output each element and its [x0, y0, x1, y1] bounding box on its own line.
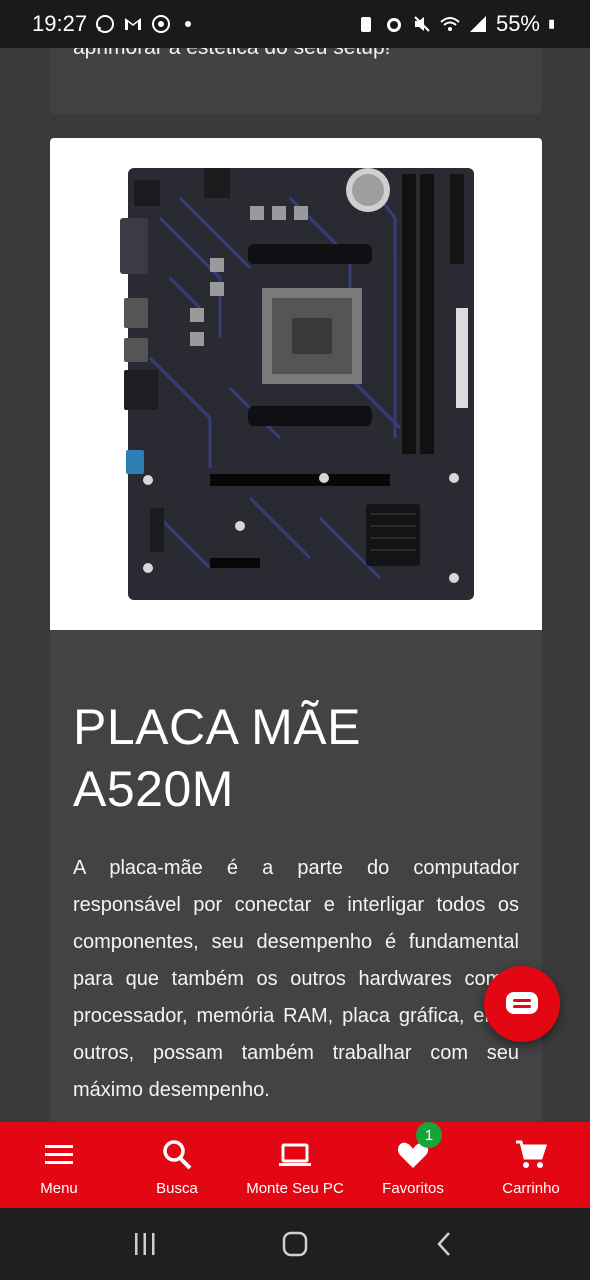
- status-bar: 19:27 55%: [0, 0, 590, 48]
- product-title: PLACA MÃE A520M: [73, 699, 361, 817]
- nav-carrinho-label: Carrinho: [502, 1180, 560, 1197]
- motherboard-image: [120, 168, 474, 600]
- menu-icon: [45, 1145, 73, 1164]
- nav-menu-label: Menu: [40, 1180, 78, 1197]
- whatsapp-icon: [96, 15, 115, 33]
- back-icon[interactable]: [430, 1229, 460, 1259]
- notification-dot: [185, 21, 192, 27]
- nav-favoritos[interactable]: 1 Favoritos: [354, 1122, 472, 1208]
- search-icon: [163, 1140, 192, 1170]
- battery-saver-icon: [360, 17, 371, 32]
- nav-busca[interactable]: Busca: [118, 1122, 236, 1208]
- product-description: A placa-mãe é a parte do computador resp…: [73, 857, 519, 1101]
- product-card: PLACA MÃE A520M A placa-mãe é a parte do…: [50, 138, 542, 1122]
- home-icon[interactable]: [280, 1229, 310, 1259]
- cart-icon: [516, 1140, 548, 1168]
- nav-monte-seu-pc[interactable]: Monte Seu PC: [236, 1122, 354, 1208]
- nav-busca-label: Busca: [156, 1180, 198, 1197]
- gmail-icon: [125, 18, 142, 30]
- battery-icon: [549, 19, 554, 29]
- laptop-icon: [279, 1143, 311, 1166]
- nav-monte-seu-pc-label: Monte Seu PC: [246, 1180, 344, 1197]
- recents-icon[interactable]: [130, 1229, 160, 1259]
- bottom-nav: Menu Busca Monte Seu PC 1 Favoritos Carr…: [0, 1122, 590, 1208]
- chat-button[interactable]: [484, 966, 560, 1042]
- nav-favoritos-label: Favoritos: [382, 1180, 444, 1197]
- wifi-icon: [440, 17, 460, 31]
- battery-percent: 55%: [495, 11, 540, 36]
- previous-card-text: aprimorar a estética do seu setup!: [73, 48, 391, 60]
- signal-icon: [469, 16, 486, 32]
- nav-menu[interactable]: Menu: [0, 1122, 118, 1208]
- favoritos-badge: 1: [416, 1122, 442, 1148]
- status-time: 19:27: [32, 11, 88, 36]
- system-nav: [0, 1208, 590, 1280]
- mute-icon: [414, 16, 430, 32]
- alarm-icon: [386, 18, 401, 32]
- page-content[interactable]: aprimorar a estética do seu setup!: [0, 48, 590, 1122]
- product-image: [50, 138, 542, 630]
- chrome-icon: [152, 15, 171, 33]
- nav-carrinho[interactable]: Carrinho: [472, 1122, 590, 1208]
- chat-icon: [506, 992, 538, 1014]
